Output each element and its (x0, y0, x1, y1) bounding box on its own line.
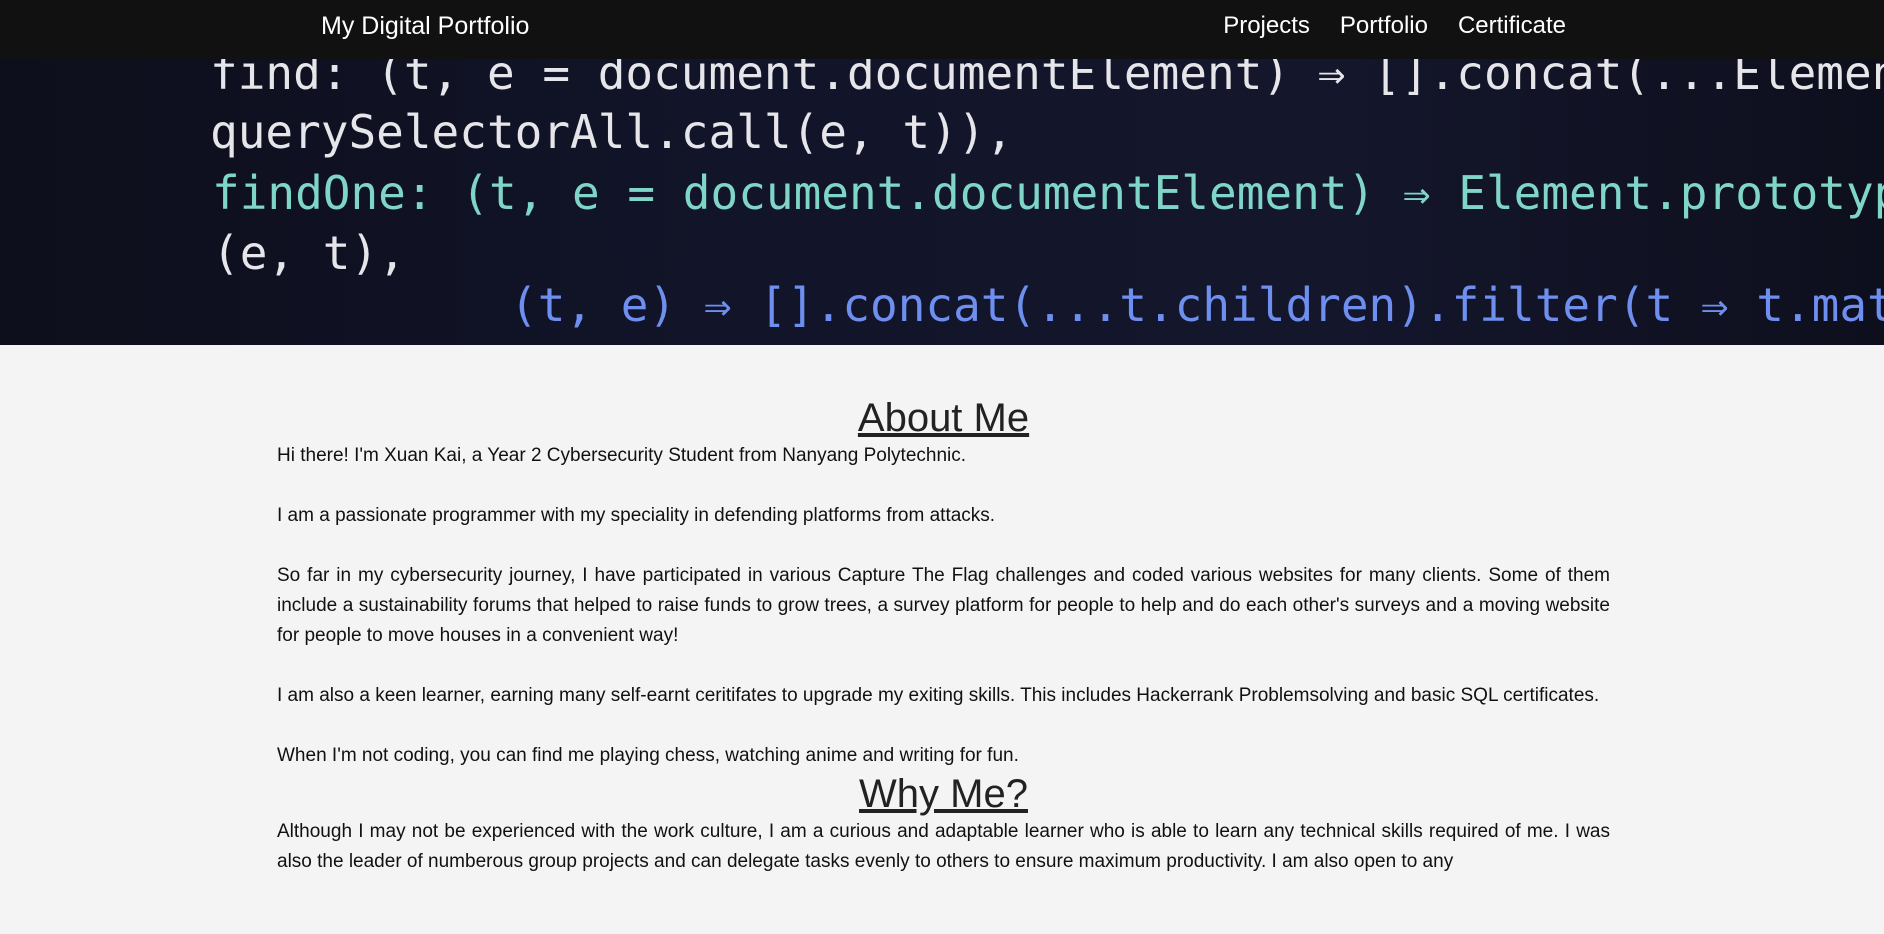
main-content: About Me Hi there! I'm Xuan Kai, a Year … (277, 345, 1610, 907)
hero-code-image: find: (t, e = document.documentElement) … (210, 59, 1884, 332)
nav-link-portfolio[interactable]: Portfolio (1340, 10, 1428, 42)
about-paragraph: Hi there! I'm Xuan Kai, a Year 2 Cyberse… (277, 445, 967, 466)
nav-link-certificate[interactable]: Certificate (1458, 10, 1566, 42)
about-paragraph: When I'm not coding, you can find me pla… (277, 745, 1019, 766)
about-paragraph: So far in my cybersecurity journey, I ha… (277, 565, 1610, 646)
top-navbar: My Digital Portfolio Projects Portfolio … (0, 0, 1884, 59)
nav-link-projects[interactable]: Projects (1223, 10, 1310, 42)
hero-code-banner: find: (t, e = document.documentElement) … (0, 59, 1884, 345)
about-me-heading: About Me (857, 396, 1030, 440)
about-paragraph: I am a passionate programmer with my spe… (277, 505, 996, 526)
code-line-1: find: (t, e = document.documentElement) … (210, 59, 1884, 100)
code-line-3: findOne: (t, e = document.documentElemen… (212, 166, 1884, 220)
why-me-paragraph: Although I may not be experienced with t… (277, 821, 1610, 872)
nav-links: Projects Portfolio Certificate (1193, 10, 1566, 42)
code-line-4: (e, t), (212, 226, 406, 280)
site-brand-link[interactable]: My Digital Portfolio (321, 10, 529, 42)
why-me-heading: Why Me? (859, 772, 1028, 816)
code-line-5: (t, e) ⇒ [].concat(...t.children).filter… (510, 278, 1884, 332)
about-paragraph: I am also a keen learner, earning many s… (277, 685, 1600, 706)
code-line-2: querySelectorAll.call(e, t)), (210, 105, 1013, 159)
